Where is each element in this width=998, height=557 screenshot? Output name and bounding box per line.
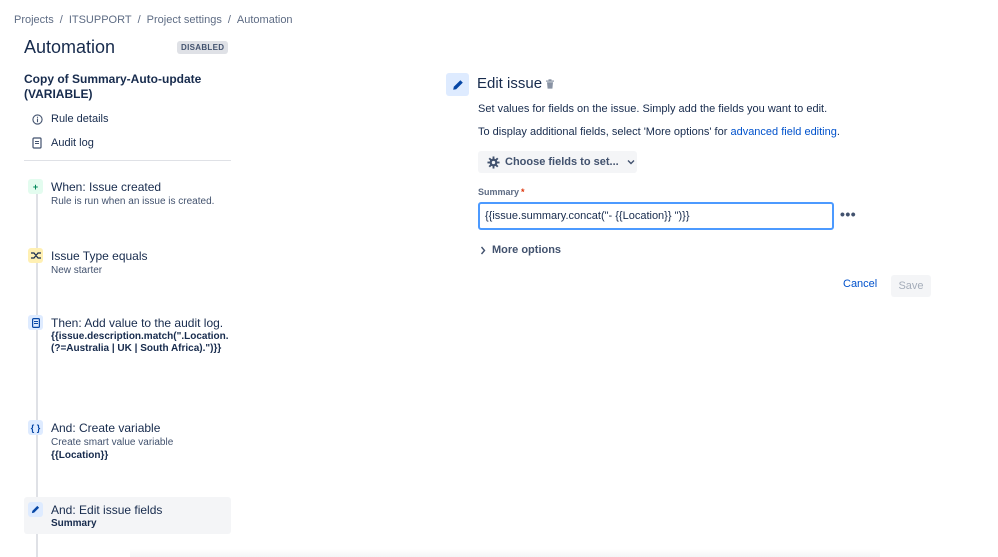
step-title: And: Create variable <box>51 421 161 435</box>
braces-icon: { } <box>28 420 43 435</box>
step-code: Summary <box>51 518 97 529</box>
plus-icon: + <box>28 179 43 194</box>
summary-field-label: Summary * <box>478 187 525 197</box>
audit-log-link[interactable]: Audit log <box>30 136 94 150</box>
step-subtitle: Rule is run when an issue is created. <box>51 196 215 207</box>
summary-input[interactable] <box>478 202 834 230</box>
step-subtitle: New starter <box>51 265 103 276</box>
choose-fields-label: Choose fields to set... <box>505 156 619 168</box>
trash-icon[interactable] <box>545 79 555 89</box>
step-action-audit-log[interactable]: Then: Add value to the audit log. {{issu… <box>24 310 231 361</box>
bottom-shade <box>130 549 880 557</box>
gear-icon <box>487 155 500 169</box>
more-options-label: More options <box>492 244 562 256</box>
advanced-field-editing-link[interactable]: advanced field editing <box>730 126 836 138</box>
step-subtitle: Create smart value variable <box>51 437 174 448</box>
pencil-icon <box>446 73 469 96</box>
document-icon <box>28 315 43 330</box>
additional-fields-text: To display additional fields, select 'Mo… <box>478 126 840 138</box>
status-badge: DISABLED <box>177 41 229 54</box>
step-title: Then: Add value to the audit log. <box>51 316 224 330</box>
chevron-right-icon <box>480 246 486 255</box>
step-action-create-variable[interactable]: { } And: Create variable Create smart va… <box>24 415 231 468</box>
panel-title: Edit issue <box>477 75 543 92</box>
save-button[interactable]: Save <box>891 275 931 297</box>
step-action-edit-issue-fields[interactable]: And: Edit issue fields Summary <box>24 497 231 534</box>
step-trigger-issue-created[interactable]: + When: Issue created Rule is run when a… <box>24 174 231 214</box>
step-title: When: Issue created <box>51 180 162 194</box>
more-actions-icon[interactable]: ••• <box>840 206 856 222</box>
pencil-icon <box>28 502 43 517</box>
breadcrumb-automation[interactable]: Automation <box>237 14 293 26</box>
more-options-toggle[interactable]: More options <box>480 244 561 256</box>
rule-details-label: Rule details <box>51 113 109 125</box>
info-icon <box>30 112 44 126</box>
rule-name: Copy of Summary-Auto-update (VARIABLE) <box>24 72 202 101</box>
document-icon <box>30 136 44 150</box>
sidebar-divider <box>24 160 231 161</box>
chevron-down-icon <box>627 159 635 165</box>
shuffle-icon <box>28 248 43 263</box>
step-title: Issue Type equals <box>51 249 148 263</box>
cancel-button[interactable]: Cancel <box>843 278 877 290</box>
step-code: {{Location}} <box>51 450 109 461</box>
breadcrumb-projects[interactable]: Projects <box>14 14 54 26</box>
required-marker: * <box>521 187 525 197</box>
breadcrumb: Projects / ITSUPPORT / Project settings / Auto… <box>14 14 293 26</box>
breadcrumb-project-settings[interactable]: Project settings <box>147 14 222 26</box>
panel-description: Set values for fields on the issue. Simp… <box>478 103 828 115</box>
step-code: {{issue.description.match(".Location.(?=… <box>51 331 229 354</box>
choose-fields-button[interactable]: Choose fields to set... <box>478 151 637 173</box>
step-condition-issue-type[interactable]: Issue Type equals New starter <box>24 243 231 283</box>
breadcrumb-itsupport[interactable]: ITSUPPORT <box>69 14 132 26</box>
step-title: And: Edit issue fields <box>51 503 163 517</box>
rule-details-link[interactable]: Rule details <box>30 112 108 126</box>
audit-log-label: Audit log <box>51 137 94 149</box>
page-title: Automation <box>24 37 116 57</box>
